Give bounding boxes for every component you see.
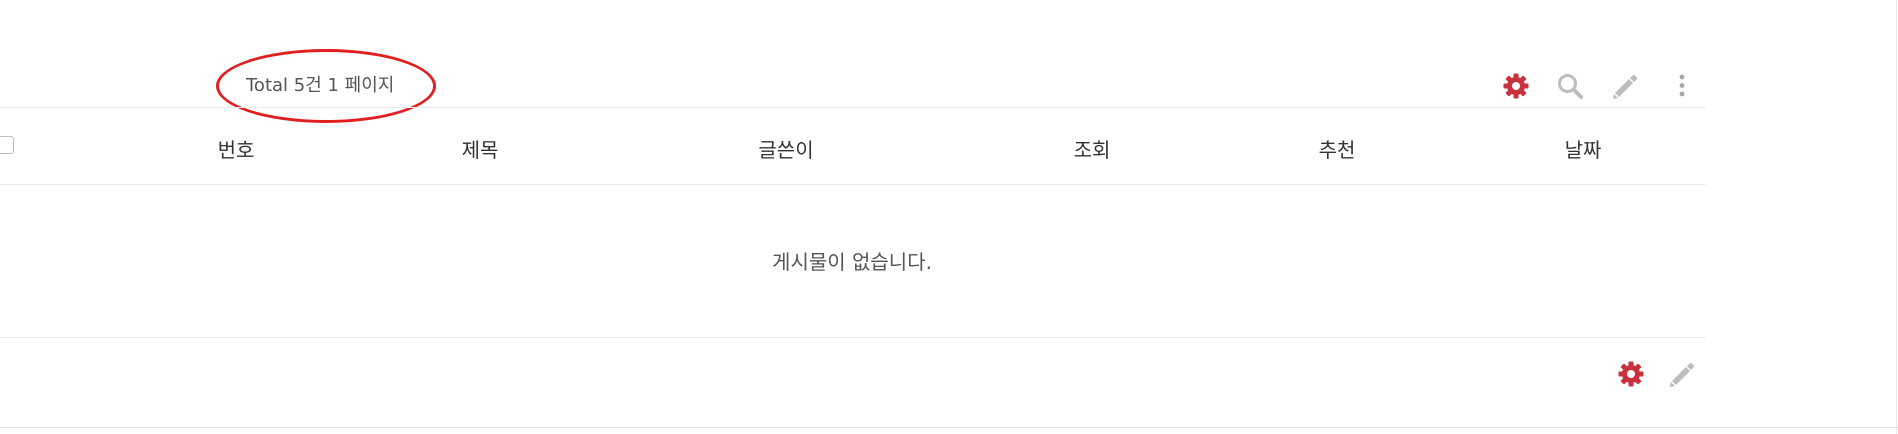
pencil-icon[interactable] xyxy=(1665,358,1697,390)
column-header-recommend[interactable]: 추천 xyxy=(1319,134,1356,163)
board-page: Total 5건 1 페이지 번호 제목 글쓴이 조회 추천 날짜 게시물이 없… xyxy=(0,0,1898,434)
search-icon[interactable] xyxy=(1554,70,1586,102)
footer-divider xyxy=(0,427,1898,428)
column-header-date[interactable]: 날짜 xyxy=(1565,134,1602,163)
column-header-author[interactable]: 글쓴이 xyxy=(758,134,813,163)
column-header-views[interactable]: 조회 xyxy=(1074,134,1111,163)
select-all-checkbox[interactable] xyxy=(0,136,14,154)
table-header: 번호 제목 글쓴이 조회 추천 날짜 xyxy=(0,108,1706,184)
gear-icon[interactable] xyxy=(1500,70,1532,102)
empty-message: 게시물이 없습니다. xyxy=(772,250,932,274)
list-bottom-divider xyxy=(0,337,1706,338)
column-header-number[interactable]: 번호 xyxy=(218,134,255,163)
pencil-icon[interactable] xyxy=(1608,70,1640,102)
column-header-title[interactable]: 제목 xyxy=(462,134,499,163)
more-vertical-icon[interactable] xyxy=(1666,70,1698,102)
page-right-border xyxy=(1896,0,1897,434)
gear-icon[interactable] xyxy=(1615,358,1647,390)
header-bottom-divider xyxy=(0,184,1706,185)
